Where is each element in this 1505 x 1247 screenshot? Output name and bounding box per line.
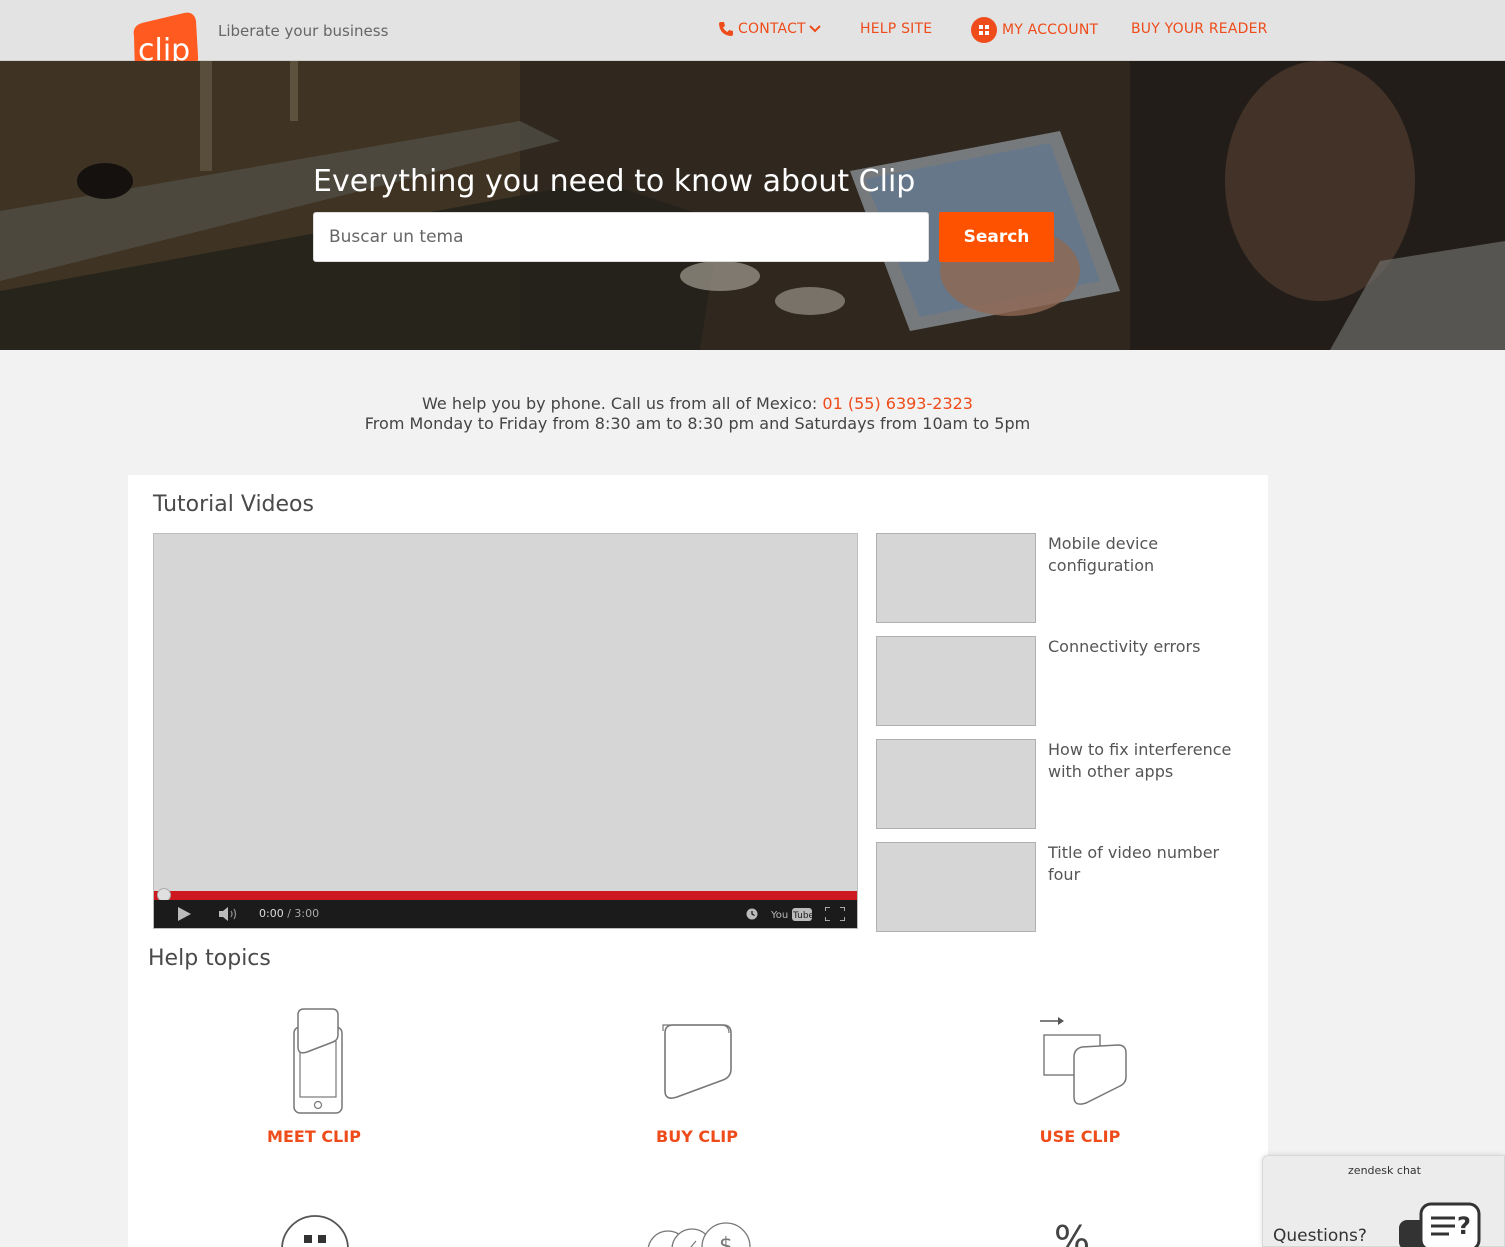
phone-icon [719,22,733,36]
account-grid-icon [971,17,997,43]
hero-photo [0,61,1505,350]
chevron-down-icon [809,25,821,33]
help-site-link[interactable]: HELP SITE [860,21,932,37]
payments-coins-icon[interactable]: $ [646,1219,756,1247]
video-title[interactable]: Title of video number four [1048,842,1238,886]
phone-intro: We help you by phone. Call us from all o… [422,394,823,413]
zendesk-chat-widget[interactable]: zendesk chat Questions? ? [1262,1155,1505,1247]
video-controls: 0:00 / 3:00 You Tube [154,900,857,928]
video-thumbnail[interactable] [876,533,1036,623]
phone-hours: From Monday to Friday from 8:30 am to 8:… [364,414,1031,433]
support-bot-icon[interactable] [280,1213,352,1247]
phone-support-info: We help you by phone. Call us from all o… [0,394,1395,434]
contact-label: CONTACT [738,21,806,37]
svg-text:You: You [771,910,788,921]
zendesk-brand: zendesk chat [1348,1164,1421,1177]
video-progress-bar[interactable] [154,891,857,900]
tutorial-videos-title: Tutorial Videos [153,492,314,517]
current-time: 0:00 [259,907,284,920]
reader-card-icon [662,1024,732,1099]
search-button[interactable]: Search [939,212,1054,262]
volume-icon[interactable] [218,907,240,921]
contact-menu[interactable]: CONTACT [718,21,821,37]
video-player[interactable]: 0:00 / 3:00 You Tube [153,533,858,929]
watch-later-icon[interactable] [746,908,758,920]
video-title[interactable]: How to fix interference with other apps [1048,739,1238,783]
topic-label[interactable]: MEET CLIP [194,1127,434,1146]
video-thumbnail[interactable] [876,842,1036,932]
video-title[interactable]: Mobile device configuration [1048,533,1238,577]
tagline: Liberate your business [218,22,389,40]
video-item[interactable]: Connectivity errors [876,636,1236,726]
youtube-logo-icon[interactable]: You Tube [771,906,813,922]
topic-label[interactable]: BUY CLIP [577,1127,817,1146]
hero-banner: Everything you need to know about Clip S… [0,61,1505,350]
chat-bubbles-icon[interactable]: ? [1397,1202,1505,1247]
svg-text:$: $ [719,1234,733,1247]
video-thumbnail[interactable] [876,739,1036,829]
main-content: Tutorial Videos 0:00 / 3:00 You Tube Mob… [128,475,1268,1247]
buy-reader-link[interactable]: BUY YOUR READER [1131,21,1268,37]
video-thumbnail[interactable] [876,636,1036,726]
topic-use-clip[interactable]: USE CLIP [960,1007,1200,1146]
site-header: clip Liberate your business CONTACT HELP… [0,0,1505,81]
search-input[interactable] [313,212,929,262]
video-title[interactable]: Connectivity errors [1048,636,1238,658]
svg-text:Tube: Tube [792,911,813,921]
svg-text:?: ? [1457,1212,1471,1240]
help-topics-title: Help topics [148,946,271,971]
svg-text:%: % [1054,1219,1090,1247]
play-icon[interactable] [177,907,191,921]
phone-number-link[interactable]: 01 (55) 6393-2323 [822,394,973,413]
my-account-label: MY ACCOUNT [1002,22,1099,38]
video-item[interactable]: How to fix interference with other apps [876,739,1236,829]
topic-meet-clip[interactable]: MEET CLIP [194,1007,434,1146]
topic-buy-clip[interactable]: BUY CLIP [577,1007,817,1146]
my-account-link[interactable]: MY ACCOUNT [971,17,1098,43]
transfer-cards-icon [1040,1017,1127,1105]
chat-prompt[interactable]: Questions? [1273,1226,1367,1246]
fullscreen-icon[interactable] [825,907,845,921]
phone-line-1: We help you by phone. Call us from all o… [0,394,1395,414]
phone-reader-icon [293,1008,343,1114]
time-separator: / [283,907,295,920]
video-item[interactable]: Title of video number four [876,842,1236,932]
video-duration: 3:00 [294,907,320,920]
percent-icon[interactable]: % [1054,1219,1104,1247]
topic-label[interactable]: USE CLIP [960,1127,1200,1146]
hero-title: Everything you need to know about Clip [313,164,916,199]
video-item[interactable]: Mobile device configuration [876,533,1236,623]
video-time: 0:00 / 3:00 [259,907,319,920]
